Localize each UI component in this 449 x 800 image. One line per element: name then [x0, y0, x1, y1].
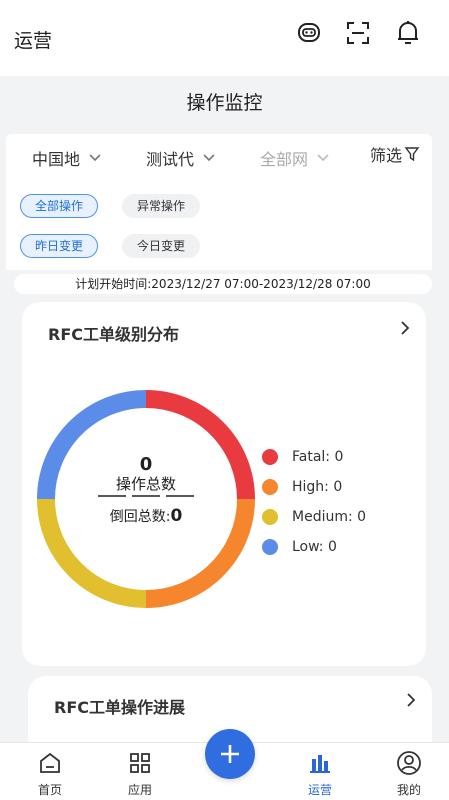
legend-label: Low: 0	[292, 539, 337, 555]
add-button[interactable]	[205, 729, 255, 779]
tab-mine[interactable]: 我的	[379, 749, 439, 798]
tab-home[interactable]: 首页	[20, 749, 80, 798]
tab-mine-label: 我的	[396, 783, 421, 797]
chip-abnormal-operations[interactable]: 异常操作	[122, 194, 201, 218]
legend-dot	[262, 449, 278, 465]
network-dropdown-label: 全部网	[260, 150, 309, 169]
bell-icon[interactable]	[393, 18, 423, 48]
chevron-down-icon	[203, 154, 215, 162]
legend-item-low: Low: 0	[262, 532, 366, 562]
legend-label: Fatal: 0	[292, 449, 344, 465]
tab-apps[interactable]: 应用	[110, 749, 170, 798]
bar-chart-icon	[310, 755, 330, 773]
chevron-down-icon	[89, 154, 101, 162]
rfc-level-title: RFC工单级别分布	[48, 325, 179, 344]
funnel-icon	[404, 147, 420, 162]
chip-all-operations[interactable]: 全部操作	[20, 194, 99, 218]
tab-ops-label: 运营	[307, 783, 332, 797]
rollback-total-label: 倒回总数:	[109, 509, 171, 525]
rollback-total-value: 0	[170, 506, 183, 526]
plan-time: 计划开始时间:2023/12/27 07:00-2023/12/28 07:00	[14, 274, 432, 294]
tab-home-label: 首页	[37, 783, 62, 797]
robot-icon[interactable]	[294, 18, 324, 48]
legend-item-fatal: Fatal: 0	[262, 442, 366, 472]
chip-today-changes[interactable]: 今日变更	[122, 234, 201, 258]
tab-ops[interactable]: 运营	[290, 749, 350, 798]
test-dropdown-label: 测试代	[146, 150, 195, 169]
rfc-level-donut	[37, 390, 255, 608]
tab-apps-label: 应用	[127, 783, 152, 797]
legend-dot	[262, 539, 278, 555]
chevron-down-icon	[317, 154, 329, 162]
region-dropdown[interactable]: 中国地	[32, 146, 102, 170]
page-title: 操作监控	[186, 92, 263, 114]
donut-legend: Fatal: 0 High: 0 Medium: 0 Low: 0	[262, 442, 366, 562]
legend-label: Medium: 0	[292, 509, 367, 525]
legend-dot	[262, 479, 278, 495]
total-operations-value: 0	[139, 454, 153, 475]
legend-label: High: 0	[292, 479, 343, 495]
region-dropdown-label: 中国地	[32, 150, 81, 169]
chip-yesterday-changes[interactable]: 昨日变更	[20, 234, 99, 258]
scan-icon[interactable]	[343, 18, 373, 48]
user-icon	[397, 751, 421, 775]
top-bar: 运营	[0, 0, 449, 76]
chevron-right-icon[interactable]	[400, 320, 410, 336]
plus-icon	[221, 745, 239, 763]
rollback-total: 倒回总数:0	[36, 506, 256, 526]
legend-item-medium: Medium: 0	[262, 502, 366, 532]
total-operations-label: 操作总数	[115, 475, 176, 493]
test-dropdown[interactable]: 测试代	[146, 146, 216, 170]
filter-panel: 中国地 测试代 全部网 筛选 全部操作 异常操作 昨日变更 今日变更	[6, 134, 432, 270]
network-dropdown[interactable]: 全部网	[260, 146, 330, 170]
chevron-right-icon[interactable]	[406, 692, 416, 708]
filter-button[interactable]: 筛选	[370, 142, 420, 166]
grid-icon	[130, 753, 150, 773]
home-icon	[40, 752, 60, 773]
filter-button-label: 筛选	[369, 146, 402, 165]
legend-item-high: High: 0	[262, 472, 366, 502]
rfc-progress-title: RFC工单操作进展	[54, 698, 185, 717]
legend-dot	[262, 509, 278, 525]
header-title: 运营	[14, 30, 53, 52]
